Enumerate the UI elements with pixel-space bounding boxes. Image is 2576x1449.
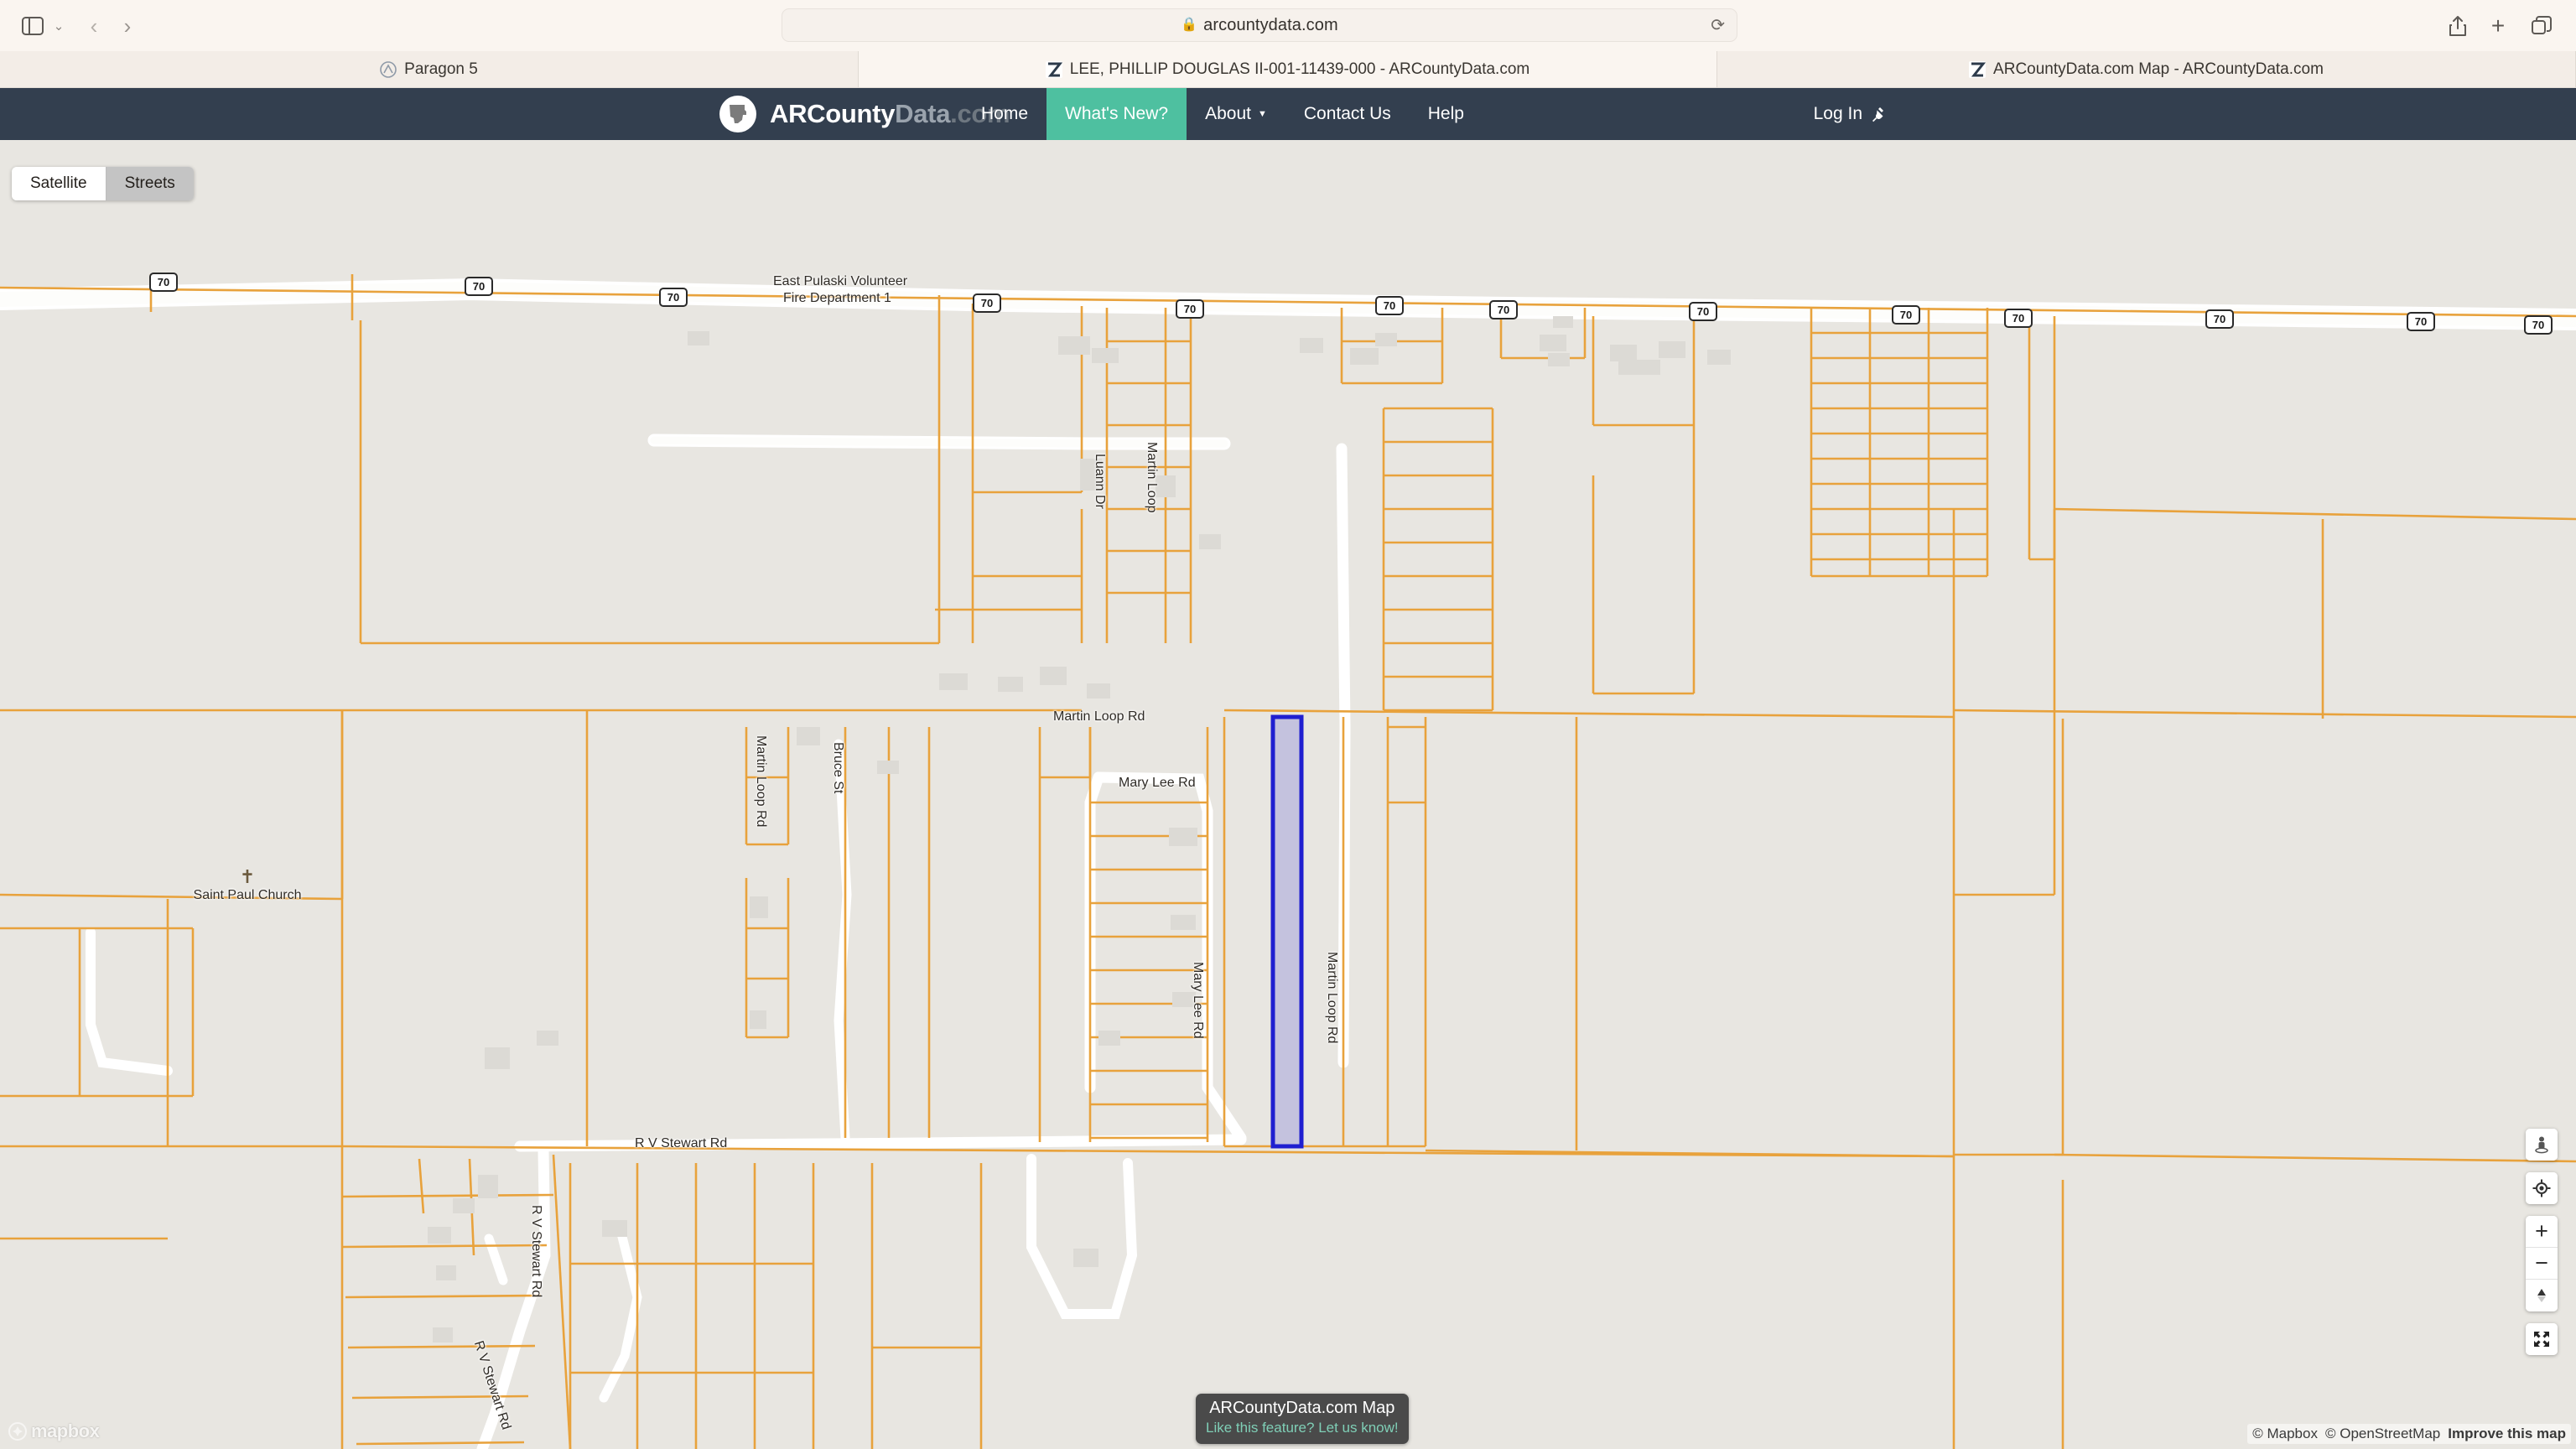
geolocate-control xyxy=(2526,1172,2558,1204)
nav-label: What's New? xyxy=(1065,104,1169,123)
tab-strip: Paragon 5 LEE, PHILLIP DOUGLAS II-001-11… xyxy=(0,51,2576,87)
nav-item-home[interactable]: Home xyxy=(963,88,1046,140)
arkansas-state-logo xyxy=(719,96,756,132)
browser-tab[interactable]: LEE, PHILLIP DOUGLAS II-001-11439-000 - … xyxy=(859,51,1717,87)
basemap-streets-button[interactable]: Streets xyxy=(106,167,194,200)
login-label: Log In xyxy=(1813,104,1862,123)
arcountydata-icon xyxy=(1045,60,1062,78)
mapbox-logo[interactable]: mapbox xyxy=(8,1420,100,1442)
nav-item-help[interactable]: Help xyxy=(1410,88,1483,140)
plug-icon xyxy=(1872,107,1883,122)
church-cross-icon: ✝ xyxy=(239,866,256,887)
selected-parcel-shape xyxy=(1270,714,1304,1149)
tab-label: Paragon 5 xyxy=(404,60,478,78)
mapbox-mark-icon xyxy=(8,1422,27,1441)
map-controls: + − xyxy=(2526,1129,2558,1355)
url-text: arcountydata.com xyxy=(1203,15,1338,34)
geolocate-icon[interactable] xyxy=(2526,1172,2558,1204)
nav-label: Home xyxy=(981,104,1029,123)
arcountydata-icon xyxy=(1969,60,1987,78)
basemap-satellite-button[interactable]: Satellite xyxy=(12,167,106,200)
site-navbar: ARCountyData.com Home What's New? About ▼… xyxy=(0,88,2576,140)
zoom-in-button[interactable]: + xyxy=(2526,1216,2558,1248)
chevron-down-icon: ▼ xyxy=(1257,108,1267,119)
tooltip-feedback-link[interactable]: Like this feature? Let us know! xyxy=(1206,1420,1399,1436)
address-bar[interactable]: 🔒 arcountydata.com ⟳ xyxy=(782,8,1737,42)
map-attribution: © Mapbox © OpenStreetMap Improve this ma… xyxy=(2247,1424,2571,1444)
back-button[interactable]: ‹ xyxy=(82,13,106,39)
pegman-icon[interactable] xyxy=(2526,1129,2558,1161)
tab-label: LEE, PHILLIP DOUGLAS II-001-11439-000 - … xyxy=(1069,60,1530,78)
zoom-control-group: + − xyxy=(2526,1216,2558,1311)
zoom-out-button[interactable]: − xyxy=(2526,1248,2558,1280)
street-view-control xyxy=(2526,1129,2558,1161)
attribution-openstreetmap[interactable]: © OpenStreetMap xyxy=(2325,1426,2440,1442)
main-nav: Home What's New? About ▼ Contact Us Help xyxy=(963,88,1483,140)
brand-ar: ARCounty xyxy=(770,99,896,128)
browser-tab[interactable]: Paragon 5 xyxy=(0,51,859,87)
nav-label: About xyxy=(1205,104,1251,123)
brand-data: Data xyxy=(895,99,951,128)
forward-button[interactable]: › xyxy=(116,13,139,39)
tabs-overview-icon[interactable] xyxy=(2529,13,2554,39)
chevron-down-icon[interactable]: ⌄ xyxy=(50,15,67,37)
fullscreen-icon[interactable] xyxy=(2526,1323,2558,1355)
attribution-improve-map[interactable]: Improve this map xyxy=(2448,1426,2566,1442)
compass-north-button[interactable] xyxy=(2526,1280,2558,1311)
tab-label: ARCountyData.com Map - ARCountyData.com xyxy=(1993,60,2324,78)
sidebar-toggle-icon[interactable] xyxy=(18,13,47,39)
browser-chrome: ⌄ ‹ › 🔒 arcountydata.com ⟳ + Paragon 5 L… xyxy=(0,0,2576,88)
map-vector-layer xyxy=(0,140,2576,1449)
map-canvas[interactable]: East Pulaski Volunteer Fire Department 1… xyxy=(0,140,2576,1449)
lock-icon: 🔒 xyxy=(1181,18,1198,32)
paragon-icon xyxy=(380,60,397,78)
mapbox-wordmark: mapbox xyxy=(31,1420,100,1441)
share-icon[interactable] xyxy=(2445,13,2470,39)
nav-label: Contact Us xyxy=(1303,104,1391,123)
new-tab-icon[interactable]: + xyxy=(2485,13,2511,39)
tooltip-title: ARCountyData.com Map xyxy=(1209,1399,1395,1417)
browser-toolbar: ⌄ ‹ › 🔒 arcountydata.com ⟳ + xyxy=(0,0,2576,52)
attribution-mapbox[interactable]: © Mapbox xyxy=(2252,1426,2318,1442)
nav-item-about[interactable]: About ▼ xyxy=(1187,88,1285,140)
nav-item-contact-us[interactable]: Contact Us xyxy=(1285,88,1410,140)
map-feature-tooltip[interactable]: ARCountyData.com Map Like this feature? … xyxy=(1196,1394,1409,1444)
reload-icon[interactable]: ⟳ xyxy=(1711,15,1725,36)
browser-tab[interactable]: ARCountyData.com Map - ARCountyData.com xyxy=(1717,51,2576,87)
map-label-saint-paul-church: Saint Paul Church xyxy=(193,888,302,902)
poi-saint-paul-church: ✝ Saint Paul Church xyxy=(189,868,306,903)
nav-item-whats-new[interactable]: What's New? xyxy=(1046,88,1187,140)
basemap-toggle: Satellite Streets xyxy=(12,167,194,200)
fullscreen-control xyxy=(2526,1323,2558,1355)
nav-label: Help xyxy=(1427,104,1464,123)
login-button[interactable]: Log In xyxy=(1814,88,1888,140)
